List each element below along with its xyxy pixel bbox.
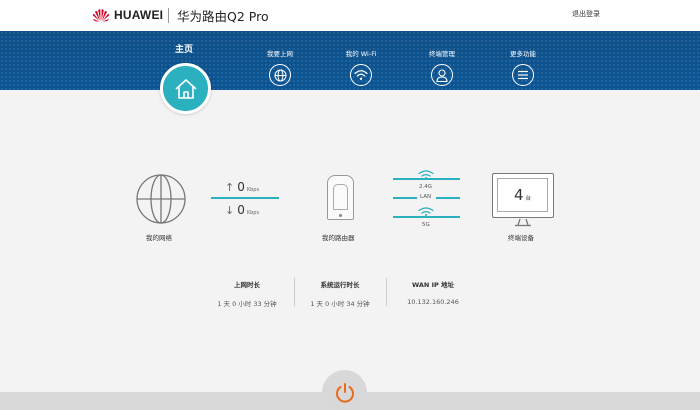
link-line-24g xyxy=(393,178,460,180)
link-line-lan-left xyxy=(393,197,417,199)
devices-label: 终端设备 xyxy=(508,234,534,242)
huawei-logo: HUAWEI xyxy=(92,7,163,23)
brand-text: HUAWEI xyxy=(114,8,164,22)
arrow-up-icon: ↑ xyxy=(225,181,235,194)
nav-item-label: 终端管理 xyxy=(429,50,455,58)
link-line-wan xyxy=(211,197,279,199)
nav-item-internet[interactable]: 我要上网 xyxy=(250,48,310,86)
device-count: 4 xyxy=(513,186,524,204)
network-label: 我的网络 xyxy=(146,234,172,242)
logout-link[interactable]: 退出登录 xyxy=(572,9,600,19)
nav-item-wifi[interactable]: 我的 Wi-Fi xyxy=(331,48,391,86)
arrow-down-icon: ↓ xyxy=(225,204,235,217)
product-title: 华为路由Q2 Pro xyxy=(177,9,269,24)
monitor-stand xyxy=(515,219,531,227)
menu-icon[interactable] xyxy=(512,64,534,86)
power-icon xyxy=(335,382,354,403)
nav-item-more[interactable]: 更多功能 xyxy=(493,48,553,86)
home-icon xyxy=(174,78,197,99)
band-lan-label: LAN xyxy=(420,194,432,200)
top-header: HUAWEI 华为路由Q2 Pro 退出登录 xyxy=(0,0,700,31)
nav-item-label: 我要上网 xyxy=(267,50,293,58)
device-unit: 台 xyxy=(525,196,532,202)
link-line-5g xyxy=(393,216,460,218)
link-line-lan-right xyxy=(436,197,460,199)
user-icon[interactable] xyxy=(431,64,453,86)
download-speed: ↓ 0 Kbps xyxy=(225,203,260,217)
devices-monitor-icon[interactable]: 4 台 xyxy=(492,173,554,218)
globe-icon[interactable] xyxy=(269,64,291,86)
nav-home-label[interactable]: 主页 xyxy=(175,42,193,55)
upload-speed: ↑ 0 Kbps xyxy=(225,180,260,194)
nav-item-devices[interactable]: 终端管理 xyxy=(412,48,472,86)
header-divider xyxy=(168,8,169,23)
stat-wan-ip: WAN IP 地址 10.132.160.246 xyxy=(407,281,459,306)
nav-item-label: 我的 Wi-Fi xyxy=(345,50,377,58)
wifi-icon[interactable] xyxy=(350,64,372,86)
stat-system-uptime: 系统运行时长 1 天 0 小时 34 分钟 xyxy=(310,281,370,308)
power-button[interactable] xyxy=(322,370,367,410)
nav-item-label: 更多功能 xyxy=(510,50,536,58)
home-button[interactable] xyxy=(160,63,211,114)
stat-online-time: 上网时长 1 天 0 小时 33 分钟 xyxy=(217,281,277,308)
router-icon xyxy=(327,175,354,220)
huawei-flower-icon xyxy=(92,9,110,22)
band-24g-label: 2.4G xyxy=(419,184,433,190)
network-globe-icon xyxy=(136,174,186,224)
router-label: 我的路由器 xyxy=(322,234,355,242)
band-5g-label: 5G xyxy=(422,222,430,228)
wifi-5g-icon xyxy=(418,207,434,216)
